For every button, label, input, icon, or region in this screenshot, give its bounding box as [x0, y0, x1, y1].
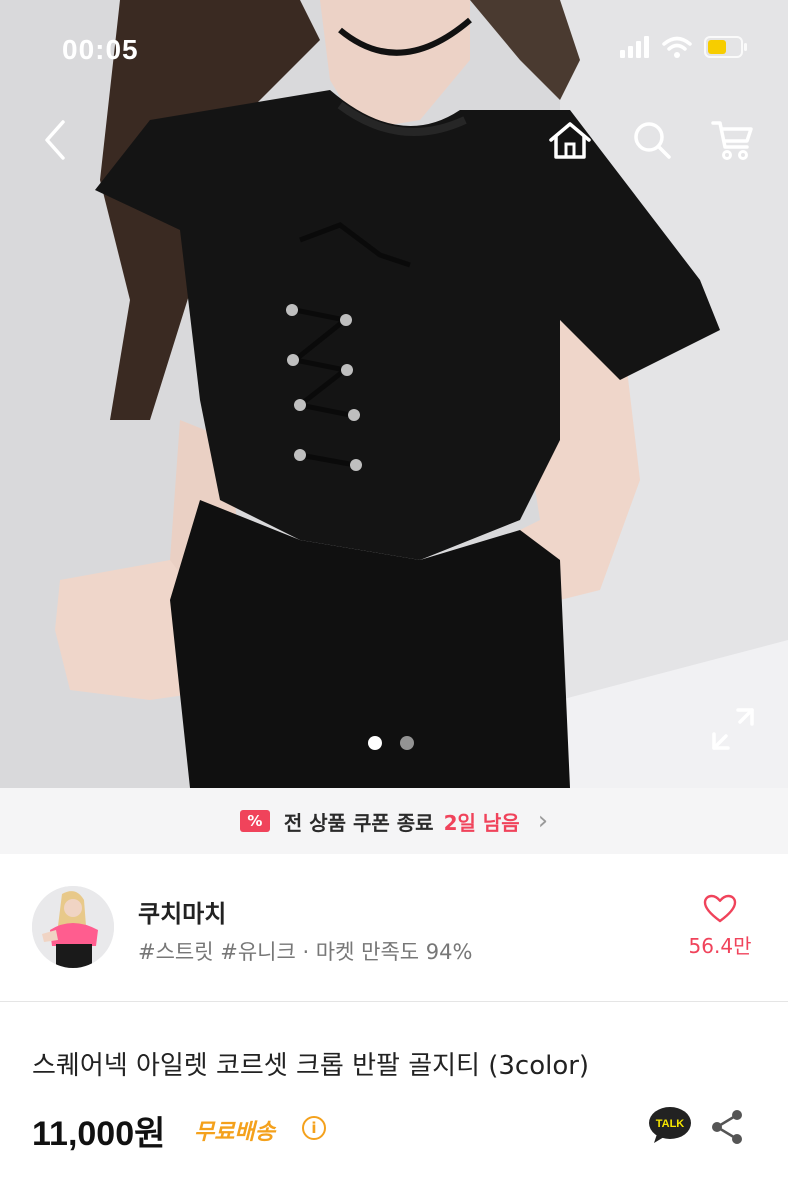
back-icon [45, 120, 65, 160]
home-button[interactable] [544, 114, 596, 166]
product-image-carousel[interactable]: 00:05 [0, 0, 788, 788]
kakao-talk-icon[interactable]: TALK [648, 1106, 692, 1144]
heart-icon [703, 894, 737, 923]
search-icon [634, 122, 671, 159]
carousel-dot-active[interactable] [368, 736, 382, 750]
status-icons [620, 36, 748, 58]
wifi-icon [662, 36, 692, 58]
talk-label: TALK [656, 1118, 685, 1130]
back-button[interactable] [30, 114, 82, 166]
product-title: 스퀘어넥 아일렛 코르셋 크롭 반팔 골지티 (3color) [32, 1051, 590, 1081]
coupon-text: 전 상품 쿠폰 종료 [283, 810, 434, 835]
share-icon[interactable] [708, 1108, 746, 1146]
status-bar: 00:05 [0, 0, 788, 100]
like-count: 56.4만 [688, 934, 752, 958]
status-time: 00:05 [62, 34, 139, 65]
chevron-right-icon: › [537, 806, 549, 836]
battery-icon [704, 36, 747, 58]
carousel-dot[interactable] [400, 736, 414, 750]
price-row: 11,000원 무료배송 i TALK [32, 1104, 756, 1154]
cart-icon [711, 121, 753, 160]
shop-info[interactable]: 쿠치마치 #스트릿 #유니크 · 마켓 만족도 94% 56.4만 [0, 854, 788, 1002]
cart-button[interactable] [706, 114, 758, 166]
coupon-banner[interactable]: % 전 상품 쿠폰 종료 2일 남음 › [0, 788, 788, 854]
carousel-indicator [368, 736, 414, 750]
info-icon[interactable]: i [302, 1116, 326, 1140]
product-price: 11,000원 [32, 1115, 166, 1153]
like-button[interactable]: 56.4만 [680, 894, 760, 959]
signal-icon [620, 36, 649, 58]
search-button[interactable] [626, 114, 678, 166]
coupon-icon: % [239, 810, 270, 832]
shop-name[interactable]: 쿠치마치 [138, 894, 226, 929]
coupon-days-left: 2일 남음 [443, 810, 520, 835]
home-icon [549, 122, 591, 159]
shop-avatar[interactable] [32, 886, 114, 968]
shop-tags: #스트릿 #유니크 · 마켓 만족도 94% [138, 940, 473, 964]
avatar-image [32, 886, 114, 968]
expand-icon[interactable] [710, 706, 756, 752]
free-shipping-label: 무료배송 [194, 1120, 275, 1145]
